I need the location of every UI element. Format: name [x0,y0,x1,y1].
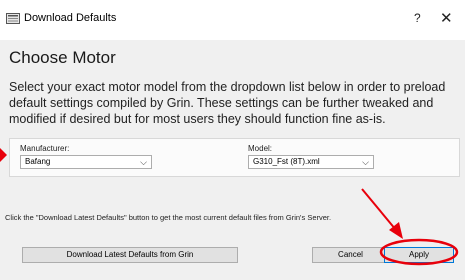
model-dropdown[interactable]: G310_Fst (8T).xml ⌵ [248,155,374,169]
close-button[interactable]: ✕ [440,9,453,27]
apply-button[interactable]: Apply [384,247,454,263]
page-title: Choose Motor [9,48,116,67]
model-label: Model: [248,144,273,153]
help-button[interactable]: ? [414,11,421,25]
dialog-content: Choose Motor Select your exact motor mod… [0,40,465,280]
model-value: G310_Fst (8T).xml [253,157,320,166]
app-icon [6,13,20,24]
manufacturer-label: Manufacturer: [20,144,70,153]
cancel-button[interactable]: Cancel [312,247,389,263]
download-hint: Click the "Download Latest Defaults" but… [5,213,332,222]
chevron-down-icon: ⌵ [362,157,369,167]
manufacturer-value: Bafang [25,157,51,166]
manufacturer-dropdown[interactable]: Bafang ⌵ [20,155,152,169]
chevron-down-icon: ⌵ [140,157,147,167]
title-bar: Download Defaults ? ✕ [0,0,465,40]
download-defaults-button[interactable]: Download Latest Defaults from Grin [22,247,238,263]
page-description: Select your exact motor model from the d… [9,80,446,126]
window-title: Download Defaults [24,12,117,24]
